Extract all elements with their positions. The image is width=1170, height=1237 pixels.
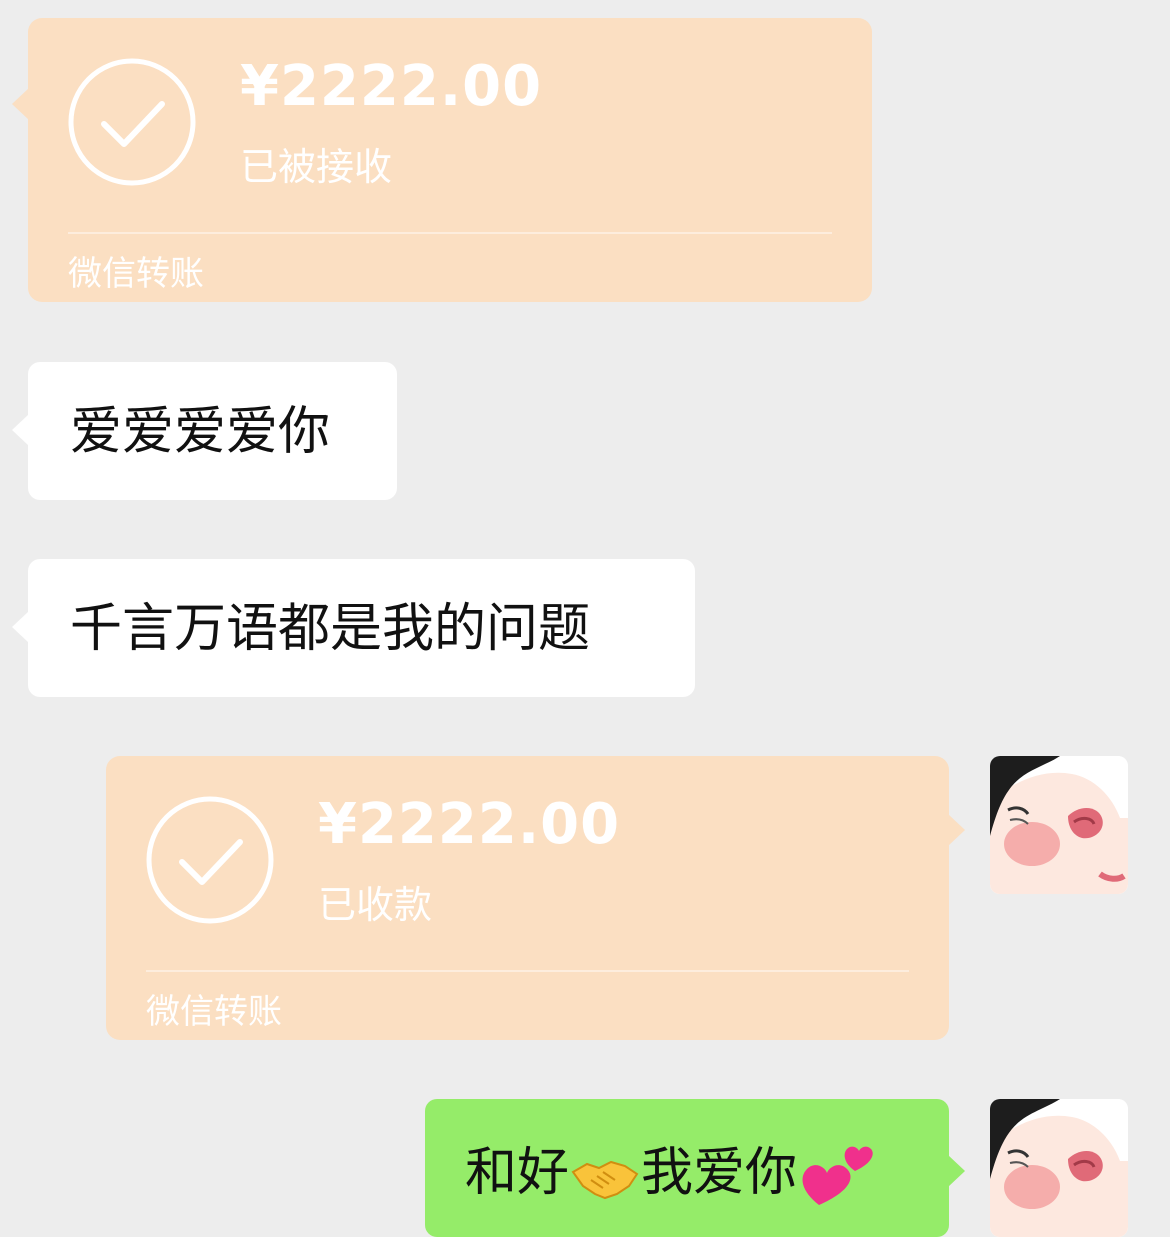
transfer-amount: ¥2222.00 [318, 792, 621, 857]
avatar[interactable] [990, 756, 1128, 894]
transfer-card-received[interactable]: ¥2222.00 已被接收 微信转账 [12, 18, 872, 302]
avatar-cartoon-face-icon [990, 1099, 1128, 1237]
bubble-tail [948, 814, 965, 846]
check-circle-icon [146, 796, 274, 924]
transfer-status: 已收款 [318, 883, 433, 927]
bubble-tail [948, 1155, 965, 1187]
divider [68, 232, 832, 234]
message-text-part: 和好 [465, 1143, 570, 1203]
avatar-cartoon-face-icon [990, 756, 1128, 894]
check-circle-icon [68, 58, 196, 186]
transfer-footer-label: 微信转账 [146, 992, 282, 1032]
message-text: 千言万语都是我的问题 [70, 599, 591, 659]
bubble-tail [12, 88, 29, 120]
handshake-emoji-icon [571, 1160, 639, 1200]
transfer-amount: ¥2222.00 [240, 54, 543, 119]
bubble-tail [12, 611, 29, 643]
transfer-footer-label: 微信转账 [68, 254, 204, 294]
avatar[interactable] [990, 1099, 1128, 1237]
message-text-part: 我爱你 [641, 1143, 798, 1203]
divider [146, 970, 909, 972]
two-hearts-emoji-icon [802, 1146, 873, 1205]
message-bubble-sent[interactable]: 和好 我爱你 [425, 1099, 965, 1237]
message-text: 和好 我爱你 [465, 1141, 873, 1211]
message-bubble-received[interactable]: 爱爱爱爱你 [12, 362, 397, 500]
transfer-status: 已被接收 [240, 145, 393, 189]
transfer-card-sent[interactable]: ¥2222.00 已收款 微信转账 [106, 756, 965, 1040]
message-text: 爱爱爱爱你 [70, 402, 331, 462]
bubble-tail [12, 414, 29, 446]
message-bubble-received[interactable]: 千言万语都是我的问题 [12, 559, 695, 697]
